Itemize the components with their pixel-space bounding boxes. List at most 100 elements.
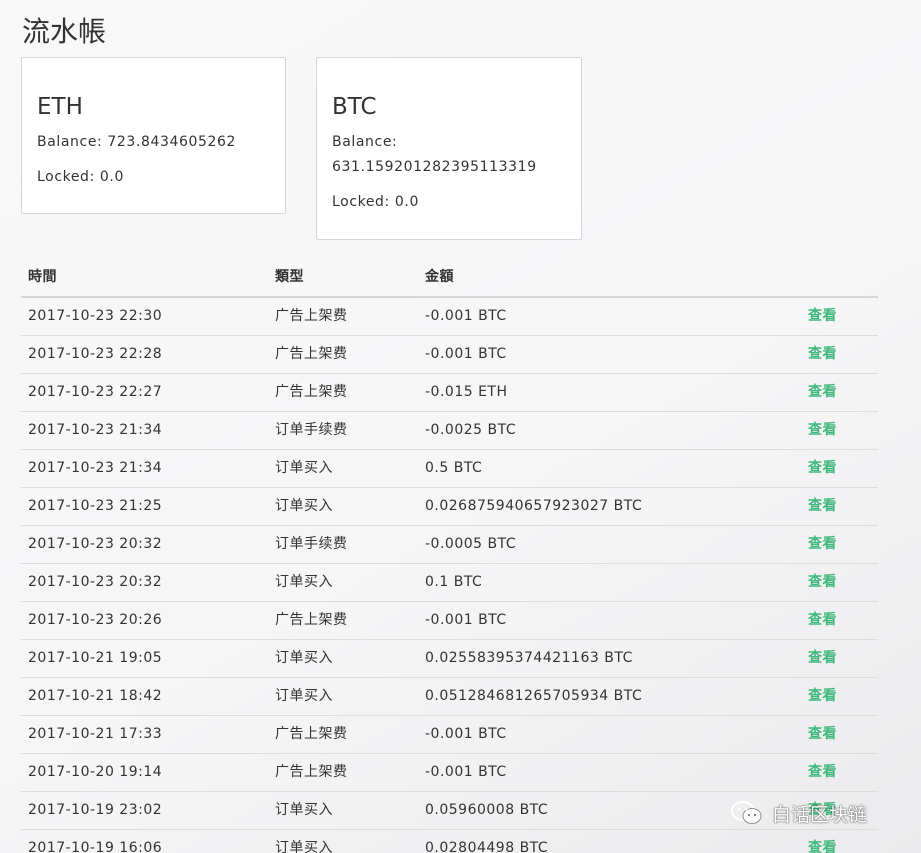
wallet-card-btc: BTC Balance: 631.159201282395113319 Lock… <box>316 57 582 240</box>
wallet-name: ETH <box>37 94 83 120</box>
cell-type: 订单买入 <box>275 650 333 666</box>
cell-time: 2017-10-21 17:33 <box>28 726 163 742</box>
cell-amount: 0.02804498 BTC <box>425 840 549 853</box>
watermark: 白话区块链 <box>730 795 867 831</box>
view-link[interactable]: 查看 <box>808 336 837 373</box>
cell-time: 2017-10-23 20:32 <box>28 536 163 552</box>
cell-time: 2017-10-19 16:06 <box>28 840 163 853</box>
cell-time: 2017-10-21 18:42 <box>28 688 163 704</box>
cell-time: 2017-10-23 21:25 <box>28 498 163 514</box>
table-body: 2017-10-23 22:30 广告上架费 -0.001 BTC 查看 2017-10… <box>21 298 878 853</box>
table-row: 2017-10-23 20:32 订单买入 0.1 BTC 查看 <box>21 564 878 602</box>
cell-time: 2017-10-23 20:32 <box>28 574 163 590</box>
cell-type: 订单买入 <box>275 498 333 514</box>
cell-time: 2017-10-23 21:34 <box>28 460 163 476</box>
table-row: 2017-10-20 19:14 广告上架费 -0.001 BTC 查看 <box>21 754 878 792</box>
view-link[interactable]: 查看 <box>808 298 837 335</box>
view-link[interactable]: 查看 <box>808 754 837 791</box>
cell-type: 广告上架费 <box>275 384 348 400</box>
cell-time: 2017-10-20 19:14 <box>28 764 163 780</box>
watermark-text: 白话区块链 <box>772 803 868 826</box>
wechat-icon <box>731 801 762 824</box>
cell-type: 订单买入 <box>275 688 333 704</box>
locked-value: 0.0 <box>99 169 124 185</box>
locked-value: 0.0 <box>394 194 419 210</box>
cell-time: 2017-10-23 21:34 <box>28 422 163 438</box>
cell-amount: 0.02558395374421163 BTC <box>425 650 633 666</box>
view-link[interactable]: 查看 <box>808 526 837 563</box>
page-title: 流水帳 <box>22 15 107 48</box>
balance-value: 723.8434605262 <box>107 134 237 150</box>
cell-amount: -0.001 BTC <box>425 764 507 780</box>
header-amount: 金額 <box>425 269 454 285</box>
view-link[interactable]: 查看 <box>808 678 837 715</box>
table-row: 2017-10-23 22:28 广告上架费 -0.001 BTC 查看 <box>21 336 878 374</box>
header-type: 類型 <box>275 269 304 285</box>
table-row: 2017-10-23 21:34 订单买入 0.5 BTC 查看 <box>21 450 878 488</box>
table-row: 2017-10-19 16:06 订单买入 0.02804498 BTC 查看 <box>21 830 878 853</box>
ledger-table: 時間 類型 金額 2017-10-23 22:30 广告上架费 -0.001 BTC… <box>21 259 878 853</box>
cell-amount: 0.1 BTC <box>425 574 483 590</box>
cell-time: 2017-10-23 20:26 <box>28 612 163 628</box>
cell-time: 2017-10-23 22:30 <box>28 308 163 324</box>
cell-type: 广告上架费 <box>275 612 348 628</box>
cell-time: 2017-10-23 22:28 <box>28 346 163 362</box>
cell-amount: 0.5 BTC <box>425 460 483 476</box>
wallet-locked: Locked: 0.0 <box>37 165 270 190</box>
cell-type: 广告上架费 <box>275 764 348 780</box>
view-link[interactable]: 查看 <box>808 602 837 639</box>
wallet-balance: Balance: 723.8434605262 <box>37 130 270 155</box>
cell-amount: -0.001 BTC <box>425 612 507 628</box>
cell-type: 订单手续费 <box>275 422 348 438</box>
balance-value: 631.159201282395113319 <box>332 159 537 175</box>
cell-amount: -0.001 BTC <box>425 308 507 324</box>
cell-type: 广告上架费 <box>275 726 348 742</box>
table-row: 2017-10-23 20:26 广告上架费 -0.001 BTC 查看 <box>21 602 878 640</box>
cell-type: 订单买入 <box>275 574 333 590</box>
table-row: 2017-10-23 20:32 订单手续费 -0.0005 BTC 查看 <box>21 526 878 564</box>
cell-amount: 0.05960008 BTC <box>425 802 549 818</box>
cell-type: 订单手续费 <box>275 536 348 552</box>
cell-time: 2017-10-19 23:02 <box>28 802 163 818</box>
ledger-page: 流水帳 ETH Balance: 723.8434605262 Locked: … <box>0 0 921 853</box>
header-time: 時間 <box>28 269 57 285</box>
table-row: 2017-10-21 17:33 广告上架费 -0.001 BTC 查看 <box>21 716 878 754</box>
view-link[interactable]: 查看 <box>808 374 837 411</box>
wallet-locked: Locked: 0.0 <box>332 190 566 215</box>
cell-amount: -0.0005 BTC <box>425 536 517 552</box>
locked-label: Locked: <box>37 169 95 185</box>
view-link[interactable]: 查看 <box>808 564 837 601</box>
table-row: 2017-10-23 21:25 订单买入 0.026875940657923027… <box>21 488 878 526</box>
balance-label: Balance: <box>37 134 103 150</box>
table-row: 2017-10-23 22:30 广告上架费 -0.001 BTC 查看 <box>21 298 878 336</box>
table-row: 2017-10-23 21:34 订单手续费 -0.0025 BTC 查看 <box>21 412 878 450</box>
cell-amount: 0.026875940657923027 BTC <box>425 498 643 514</box>
table-row: 2017-10-21 18:42 订单买入 0.051284681265705934… <box>21 678 878 716</box>
cell-type: 订单买入 <box>275 802 333 818</box>
view-link[interactable]: 查看 <box>808 488 837 525</box>
wallet-balance: Balance: 631.159201282395113319 <box>332 130 566 180</box>
locked-label: Locked: <box>332 194 390 210</box>
cell-type: 订单买入 <box>275 460 333 476</box>
cell-type: 广告上架费 <box>275 308 348 324</box>
cell-amount: -0.015 ETH <box>425 384 508 400</box>
view-link[interactable]: 查看 <box>808 716 837 753</box>
cell-amount: -0.001 BTC <box>425 726 507 742</box>
view-link[interactable]: 查看 <box>808 830 837 853</box>
wallet-name: BTC <box>332 94 377 120</box>
cell-time: 2017-10-21 19:05 <box>28 650 163 666</box>
cell-amount: -0.0025 BTC <box>425 422 517 438</box>
cell-time: 2017-10-23 22:27 <box>28 384 163 400</box>
view-link[interactable]: 查看 <box>808 412 837 449</box>
cell-amount: 0.051284681265705934 BTC <box>425 688 643 704</box>
balance-label: Balance: <box>332 134 398 150</box>
cell-type: 订单买入 <box>275 840 333 853</box>
cell-type: 广告上架费 <box>275 346 348 362</box>
table-row: 2017-10-21 19:05 订单买入 0.02558395374421163 … <box>21 640 878 678</box>
table-row: 2017-10-23 22:27 广告上架费 -0.015 ETH 查看 <box>21 374 878 412</box>
wallet-card-eth: ETH Balance: 723.8434605262 Locked: 0.0 <box>21 57 286 214</box>
cell-amount: -0.001 BTC <box>425 346 507 362</box>
view-link[interactable]: 查看 <box>808 640 837 677</box>
table-header: 時間 類型 金額 <box>21 259 878 298</box>
view-link[interactable]: 查看 <box>808 450 837 487</box>
